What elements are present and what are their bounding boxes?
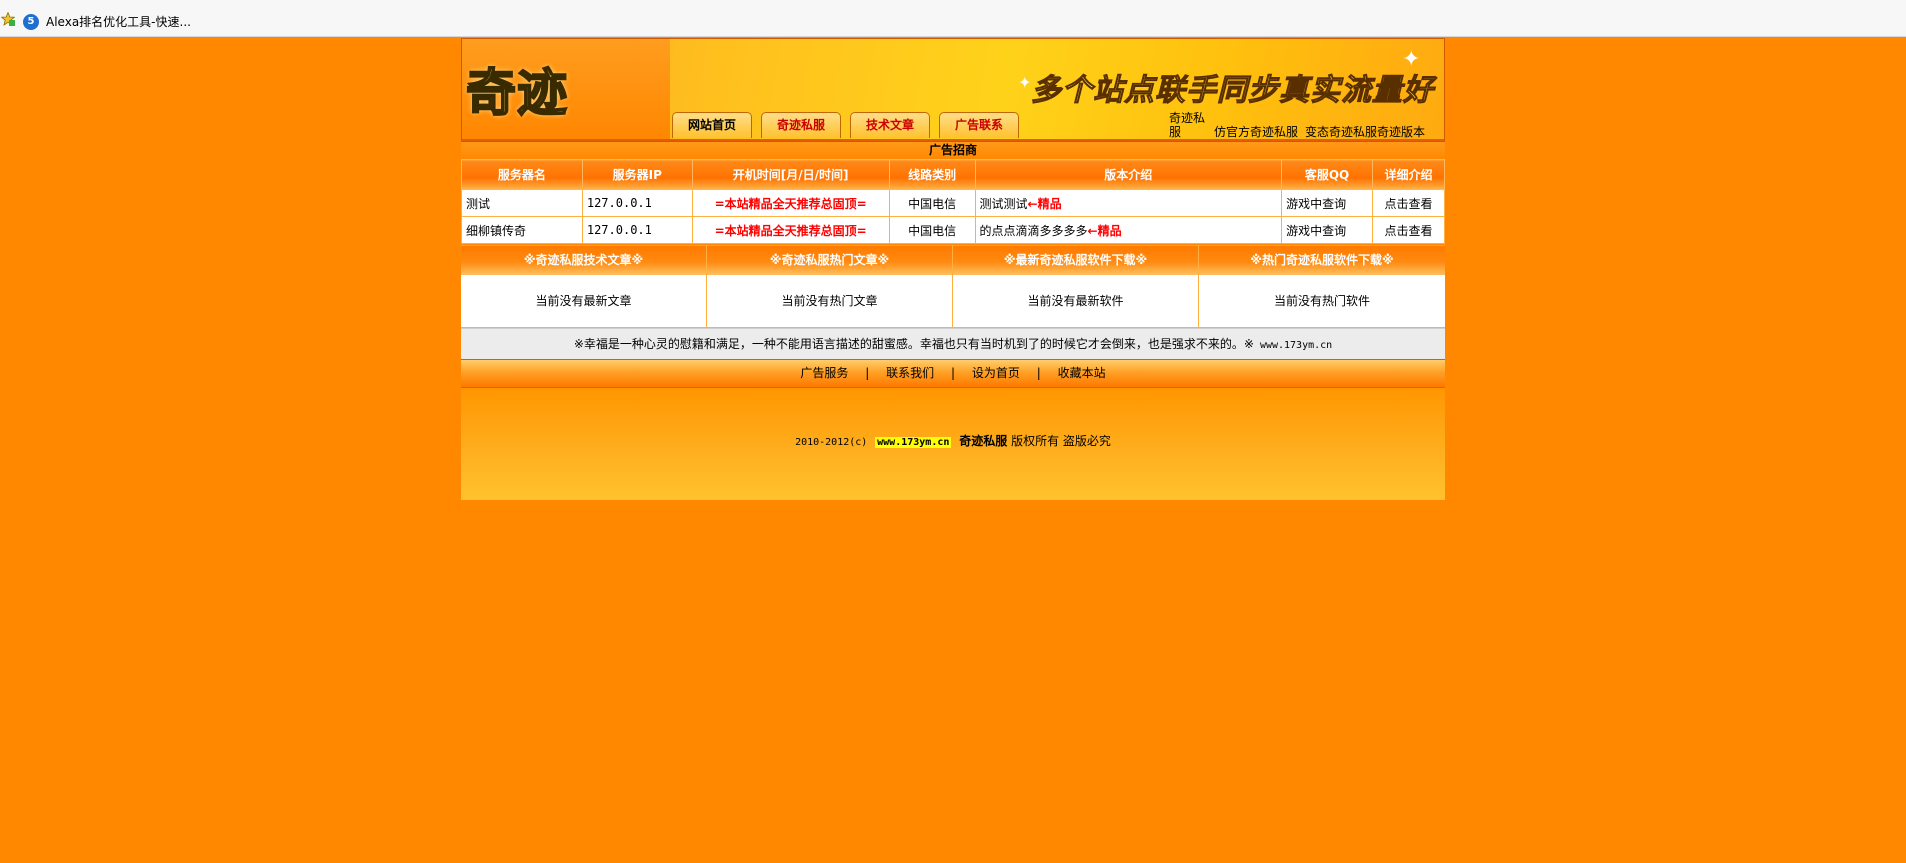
- copyright-site-name: 奇迹私服: [959, 434, 1008, 448]
- column-header: 服务器名: [461, 159, 583, 190]
- quote-url[interactable]: www.173ym.cn: [1260, 340, 1332, 351]
- article-empty-message: 当前没有热门文章: [707, 275, 952, 328]
- header-link-official-style[interactable]: 仿官方奇迹私服: [1214, 125, 1298, 139]
- table-row: 细柳镇传奇 127.0.0.1 =本站精品全天推荐总固顶= 中国电信 的点点滴滴…: [461, 216, 1445, 244]
- featured-tag: ←精品: [1087, 223, 1122, 238]
- footer-link-contact[interactable]: 联系我们: [886, 366, 934, 380]
- column-header: 开机时间[月/日/时间]: [691, 159, 890, 190]
- site-logo[interactable]: 奇迹: [465, 53, 568, 125]
- server-qq: 游戏中查询: [1281, 189, 1373, 217]
- server-qq: 游戏中查询: [1281, 216, 1373, 244]
- table-header-row: 服务器名 服务器IP 开机时间[月/日/时间] 线路类别 版本介绍 客服QQ 详…: [461, 159, 1445, 190]
- server-name[interactable]: 测试: [461, 189, 583, 217]
- article-column-tech: ※奇迹私服技术文章※ 当前没有最新文章: [461, 245, 707, 328]
- article-column-hot-software: ※热门奇迹私服软件下载※ 当前没有热门软件: [1199, 245, 1445, 328]
- column-header: 客服QQ: [1281, 159, 1373, 190]
- copyright-line: 2010-2012(c) www.173ym.cn 奇迹私服 版权所有 盗版必究: [461, 432, 1445, 449]
- footer-separator: |: [865, 366, 870, 380]
- article-empty-message: 当前没有热门软件: [1199, 275, 1445, 328]
- quote-text: ※幸福是一种心灵的慰籍和满足，一种不能用语言描述的甜蜜感。幸福也只有当时机到了的…: [573, 337, 1254, 351]
- footer-link-ad-service[interactable]: 广告服务: [800, 366, 848, 380]
- nav-tab-private-server[interactable]: 奇迹私服: [761, 112, 842, 138]
- copyright-domain[interactable]: www.173ym.cn: [875, 437, 952, 448]
- server-list-table: 服务器名 服务器IP 开机时间[月/日/时间] 线路类别 版本介绍 客服QQ 详…: [461, 159, 1445, 244]
- copyright-rights: 版权所有: [1011, 434, 1060, 448]
- logo-panel: 奇迹: [462, 39, 670, 141]
- server-version: 测试测试←精品: [974, 189, 1283, 217]
- article-empty-message: 当前没有最新软件: [953, 275, 1198, 328]
- happiness-quote: ※幸福是一种心灵的慰籍和满足，一种不能用语言描述的甜蜜感。幸福也只有当时机到了的…: [461, 328, 1445, 360]
- header-link-private-server[interactable]: 奇迹私服: [1169, 111, 1207, 139]
- server-line-type: 中国电信: [888, 216, 976, 244]
- header-link-versions[interactable]: 变态奇迹私服奇迹版本: [1305, 125, 1425, 139]
- server-detail-link[interactable]: 点击查看: [1372, 216, 1445, 244]
- server-version-text: 的点点滴滴多多多多: [979, 223, 1088, 238]
- footer-separator: |: [1036, 366, 1041, 380]
- article-column-new-software: ※最新奇迹私服软件下载※ 当前没有最新软件: [953, 245, 1199, 328]
- server-version-text: 测试测试: [979, 196, 1028, 211]
- main-nav: 网站首页 奇迹私服 技术文章 广告联系: [672, 112, 1028, 138]
- server-open-time: =本站精品全天推荐总固顶=: [691, 216, 890, 244]
- server-ip: 127.0.0.1: [581, 189, 693, 217]
- footer-nav: 广告服务 | 联系我们 | 设为首页 | 收藏本站: [461, 359, 1445, 389]
- footer-link-bookmark[interactable]: 收藏本站: [1058, 366, 1106, 380]
- featured-tag: ←精品: [1027, 196, 1062, 211]
- copyright-warning: 盗版必究: [1062, 434, 1111, 448]
- table-row: 测试 127.0.0.1 =本站精品全天推荐总固顶= 中国电信 测试测试←精品 …: [461, 189, 1445, 217]
- site-header: 奇迹 多个站点联手同步真实流量好 ✦ ✦ 网站首页 奇迹私服 技术文章 广告联系…: [461, 38, 1445, 142]
- column-header: 详细介绍: [1372, 159, 1445, 190]
- copyright-years: 2010-2012(c): [795, 437, 868, 448]
- article-sections: ※奇迹私服技术文章※ 当前没有最新文章 ※奇迹私服热门文章※ 当前没有热门文章 …: [461, 245, 1445, 328]
- site-container: 奇迹 多个站点联手同步真实流量好 ✦ ✦ 网站首页 奇迹私服 技术文章 广告联系…: [461, 38, 1445, 500]
- column-header: 线路类别: [888, 159, 976, 190]
- header-slogan: 多个站点联手同步真实流量好: [1031, 73, 1434, 109]
- server-ip: 127.0.0.1: [581, 216, 693, 244]
- footer-link-set-homepage[interactable]: 设为首页: [972, 366, 1020, 380]
- nav-tab-ad-contact[interactable]: 广告联系: [939, 112, 1020, 138]
- article-column-title[interactable]: ※热门奇迹私服软件下载※: [1199, 245, 1445, 275]
- sparkle-icon: ✦: [1018, 73, 1032, 92]
- nav-tab-tech-articles[interactable]: 技术文章: [850, 112, 931, 138]
- article-column-title[interactable]: ※奇迹私服热门文章※: [707, 245, 952, 275]
- column-header: 服务器IP: [581, 159, 693, 190]
- column-header: 版本介绍: [974, 159, 1283, 190]
- favorite-link-alexa[interactable]: 5 Alexa排名优化工具-快速...: [23, 13, 191, 30]
- header-links: 奇迹私服 仿官方奇迹私服 变态奇迹私服奇迹版本: [1169, 111, 1425, 139]
- favorite-label: Alexa排名优化工具-快速...: [46, 15, 191, 29]
- ad-recruit-title: 广告招商: [461, 142, 1445, 159]
- article-column-title[interactable]: ※奇迹私服技术文章※: [461, 245, 706, 275]
- footer: 2010-2012(c) www.173ym.cn 奇迹私服 版权所有 盗版必究: [461, 388, 1445, 500]
- article-column-title[interactable]: ※最新奇迹私服软件下载※: [953, 245, 1198, 275]
- server-version: 的点点滴滴多多多多←精品: [974, 216, 1283, 244]
- article-column-hot: ※奇迹私服热门文章※ 当前没有热门文章: [707, 245, 953, 328]
- sparkle-icon: ✦: [1402, 47, 1421, 72]
- favorites-star-icon[interactable]: [1, 12, 15, 26]
- server-name[interactable]: 细柳镇传奇: [461, 216, 583, 244]
- nav-tab-home[interactable]: 网站首页: [672, 112, 753, 138]
- server-line-type: 中国电信: [888, 189, 976, 217]
- footer-separator: |: [950, 366, 956, 380]
- favorites-bar: 5 Alexa排名优化工具-快速...: [0, 0, 1906, 37]
- server-open-time: =本站精品全天推荐总固顶=: [691, 189, 890, 217]
- header-divider: [462, 139, 1444, 141]
- site-favicon-icon: 5: [23, 13, 39, 30]
- article-empty-message: 当前没有最新文章: [461, 275, 706, 328]
- server-detail-link[interactable]: 点击查看: [1372, 189, 1445, 217]
